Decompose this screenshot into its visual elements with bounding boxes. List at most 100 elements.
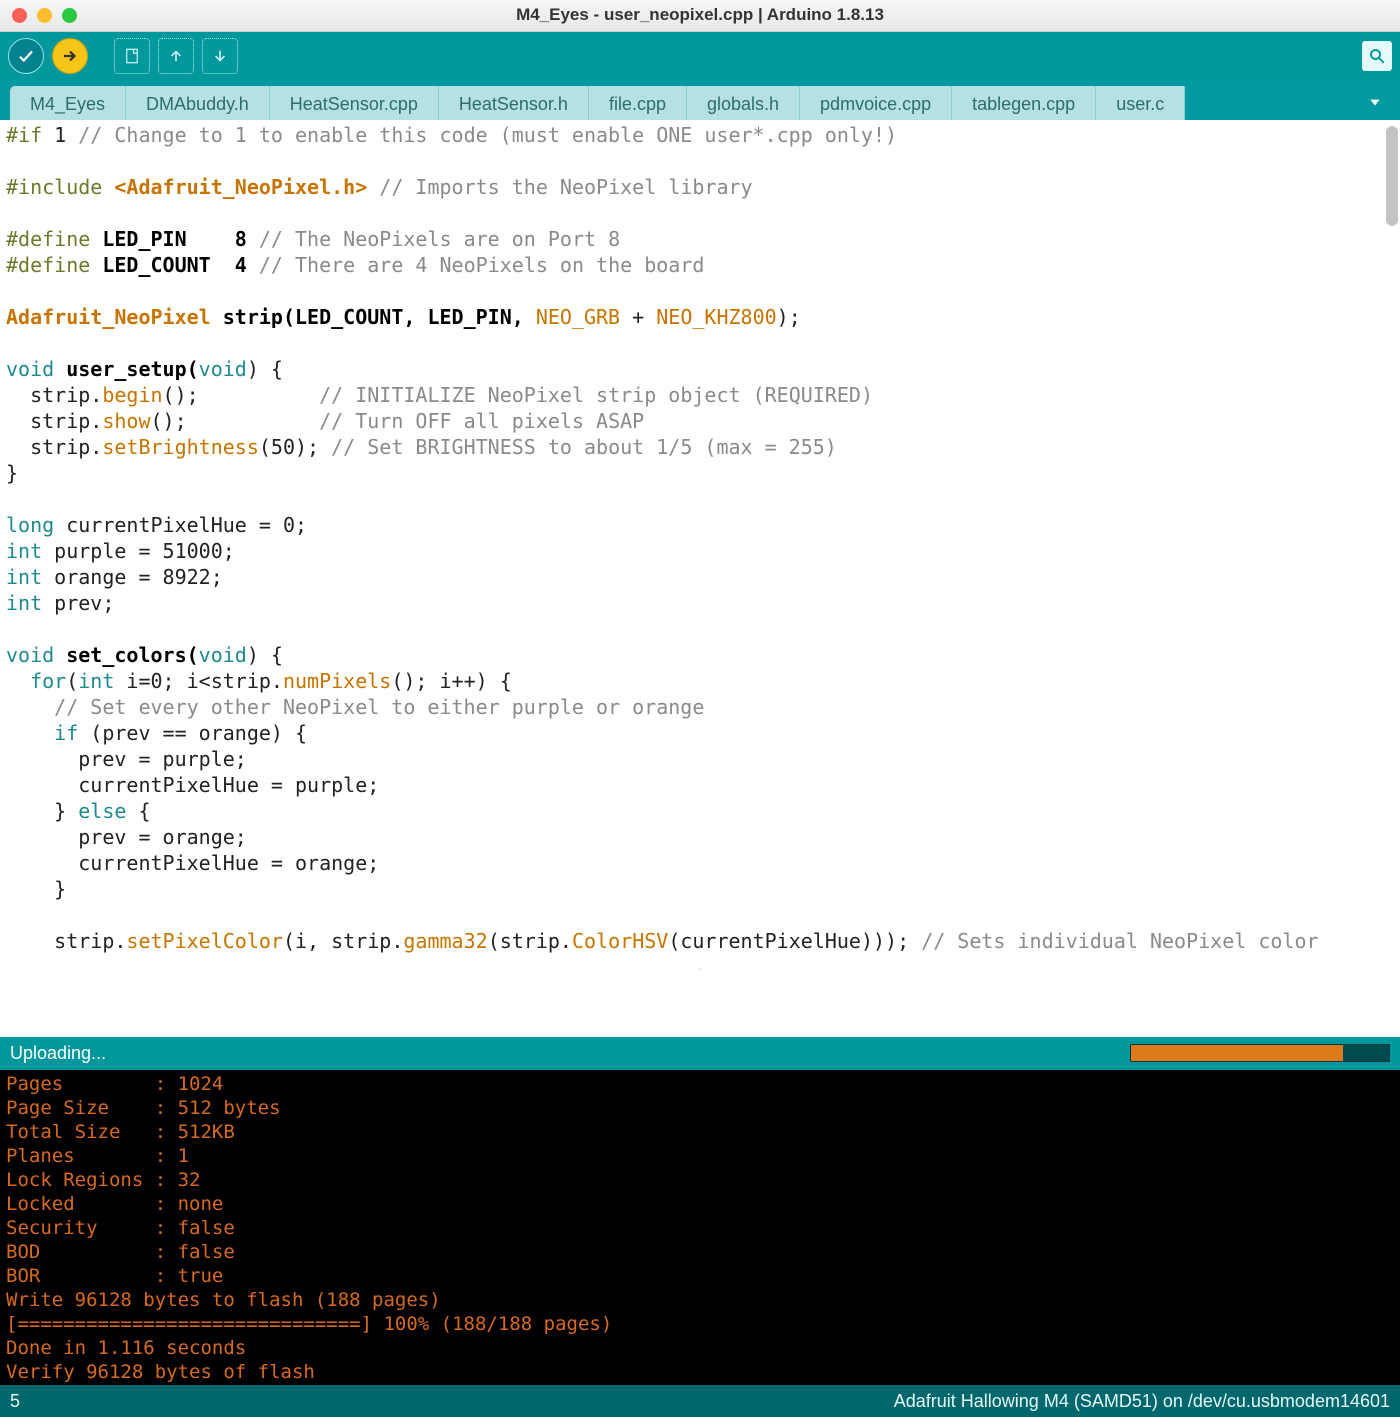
status-bar: Uploading... <box>0 1037 1400 1070</box>
code-token: #if <box>6 123 42 147</box>
code-token: prev = purple; <box>6 747 247 771</box>
code-token: prev = orange; <box>6 825 247 849</box>
console-line: Lock Regions : 32 <box>6 1169 200 1191</box>
console-line: BOR : true <box>6 1265 223 1287</box>
upload-progress-fill <box>1131 1045 1343 1061</box>
code-token: (); <box>163 383 320 407</box>
tab-heatsensor-h[interactable]: HeatSensor.h <box>439 86 589 121</box>
tabs-more-button[interactable] <box>1364 91 1386 116</box>
code-token: set_colors( <box>54 643 199 667</box>
open-button[interactable] <box>158 38 194 74</box>
upload-button[interactable] <box>52 38 88 74</box>
code-token: (i, strip. <box>283 929 403 953</box>
code-token: // Set every other NeoPixel to either pu… <box>6 695 704 719</box>
code-token: strip. <box>6 409 102 433</box>
code-token: #include <box>6 175 114 199</box>
code-token: // INITIALIZE NeoPixel strip object (REQ… <box>319 383 873 407</box>
tab-dmabuddy[interactable]: DMAbuddy.h <box>126 86 270 121</box>
code-token: setBrightness <box>102 435 259 459</box>
code-token: i=0; i<strip. <box>114 669 283 693</box>
code-token: strip. <box>6 435 102 459</box>
code-token: ) { <box>247 643 283 667</box>
code-token: // Sets individual NeoPixel color <box>921 929 1318 953</box>
code-token: int <box>6 565 42 589</box>
code-token: int <box>78 669 114 693</box>
tab-bar: M4_Eyes DMAbuddy.h HeatSensor.cpp HeatSe… <box>0 80 1400 120</box>
scrollbar[interactable] <box>1386 126 1398 226</box>
check-icon <box>17 47 35 65</box>
tab-tablegen-cpp[interactable]: tablegen.cpp <box>952 86 1096 121</box>
code-token: for <box>6 669 66 693</box>
code-token: + <box>620 305 656 329</box>
console-line: [==============================] 100% (1… <box>6 1313 612 1335</box>
pane-resize-handle[interactable]: ◦ <box>6 958 1394 984</box>
tab-m4-eyes[interactable]: M4_Eyes <box>10 86 126 121</box>
toolbar <box>0 32 1400 80</box>
console-line: Page Size : 512 bytes <box>6 1097 281 1119</box>
new-button[interactable] <box>114 38 150 74</box>
arrow-up-icon <box>167 47 185 65</box>
code-token: NEO_KHZ800 <box>656 305 776 329</box>
status-text: Uploading... <box>10 1043 106 1064</box>
code-token: (); i++) { <box>391 669 511 693</box>
code-token: 1 <box>42 123 78 147</box>
board-info: Adafruit Hallowing M4 (SAMD51) on /dev/c… <box>894 1391 1390 1412</box>
code-token: currentPixelHue = purple; <box>6 773 379 797</box>
code-token: // Set BRIGHTNESS to about 1/5 (max = 25… <box>331 435 837 459</box>
console-line: Security : false <box>6 1217 235 1239</box>
tab-file-cpp[interactable]: file.cpp <box>589 86 687 121</box>
tab-heatsensor-cpp[interactable]: HeatSensor.cpp <box>270 86 439 121</box>
code-token: void <box>199 643 247 667</box>
code-token: } <box>6 877 66 901</box>
bottom-bar: 5 Adafruit Hallowing M4 (SAMD51) on /dev… <box>0 1385 1400 1417</box>
code-token: #define <box>6 253 90 277</box>
file-icon <box>123 47 141 65</box>
code-token: // Change to 1 to enable this code (must… <box>78 123 897 147</box>
code-token: #define <box>6 227 90 251</box>
code-token: purple = 51000; <box>42 539 235 563</box>
verify-button[interactable] <box>8 38 44 74</box>
code-token: <Adafruit_NeoPixel.h> <box>114 175 367 199</box>
console-line: Locked : none <box>6 1193 223 1215</box>
code-token: strip. <box>6 929 126 953</box>
console-line: Planes : 1 <box>6 1145 189 1167</box>
code-token: ); <box>777 305 801 329</box>
code-token: void <box>6 357 54 381</box>
code-token: (strip. <box>488 929 572 953</box>
code-token: show <box>102 409 150 433</box>
code-token: ) { <box>247 357 283 381</box>
code-token: LED_COUNT 4 <box>90 253 259 277</box>
tab-pdmvoice-cpp[interactable]: pdmvoice.cpp <box>800 86 952 121</box>
code-token: currentPixelHue = 0; <box>54 513 307 537</box>
code-token: long <box>6 513 54 537</box>
console-line: Done in 1.116 seconds <box>6 1337 246 1359</box>
code-token: (); <box>151 409 320 433</box>
save-button[interactable] <box>202 38 238 74</box>
code-token: int <box>6 539 42 563</box>
code-token: ColorHSV <box>572 929 668 953</box>
code-token: void <box>6 643 54 667</box>
code-token: NEO_GRB <box>536 305 620 329</box>
code-editor[interactable]: #if 1 // Change to 1 to enable this code… <box>0 120 1400 1037</box>
window-title: M4_Eyes - user_neopixel.cpp | Arduino 1.… <box>0 5 1400 25</box>
upload-progressbar <box>1130 1044 1390 1062</box>
tab-user-c[interactable]: user.c <box>1096 86 1185 121</box>
window-titlebar: M4_Eyes - user_neopixel.cpp | Arduino 1.… <box>0 0 1400 32</box>
code-token: // Imports the NeoPixel library <box>367 175 752 199</box>
code-token: else <box>78 799 126 823</box>
code-token: strip. <box>6 383 102 407</box>
code-token: } <box>6 461 18 485</box>
tab-globals-h[interactable]: globals.h <box>687 86 800 121</box>
output-console[interactable]: Pages : 1024 Page Size : 512 bytes Total… <box>0 1070 1400 1386</box>
code-token: { <box>126 799 150 823</box>
code-token: LED_PIN 8 <box>90 227 259 251</box>
console-line: Write 96128 bytes to flash (188 pages) <box>6 1289 441 1311</box>
console-line: Total Size : 512KB <box>6 1121 235 1143</box>
code-token: gamma32 <box>403 929 487 953</box>
code-token: (currentPixelHue))); <box>668 929 921 953</box>
code-token: prev; <box>42 591 114 615</box>
code-token: setPixelColor <box>126 929 283 953</box>
code-token: // The NeoPixels are on Port 8 <box>259 227 620 251</box>
code-token: orange = 8922; <box>42 565 223 589</box>
serial-monitor-button[interactable] <box>1362 41 1392 71</box>
